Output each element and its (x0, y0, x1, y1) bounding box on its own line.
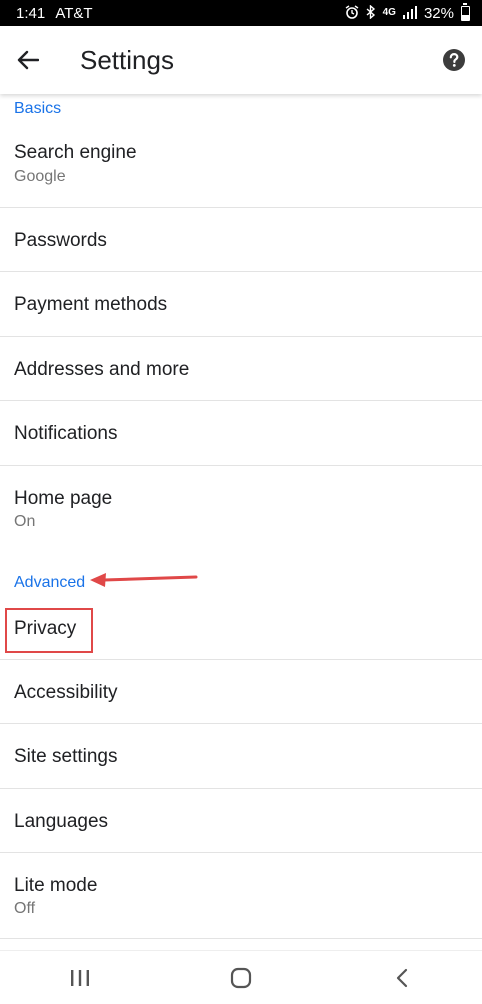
setting-languages[interactable]: Languages (0, 789, 482, 853)
setting-label: Accessibility (14, 682, 118, 703)
setting-value: Off (14, 900, 36, 917)
setting-label: Notifications (14, 423, 118, 444)
alarm-icon (345, 5, 359, 21)
setting-site-settings[interactable]: Site settings (0, 724, 482, 789)
recents-icon (71, 969, 90, 986)
system-nav-bar (0, 950, 482, 1004)
home-button[interactable] (211, 958, 271, 998)
setting-label: Home page (14, 488, 113, 509)
recents-button[interactable] (50, 958, 110, 998)
app-bar: Settings (0, 26, 482, 94)
setting-label: Lite mode (14, 875, 98, 896)
back-arrow-icon (17, 50, 39, 70)
annotation-arrow (90, 573, 198, 587)
lte-icon: 4G (382, 7, 396, 18)
setting-search-engine[interactable]: Search engine Google (0, 128, 482, 208)
status-time: 1:41 (16, 4, 46, 22)
status-carrier: AT&T (55, 4, 93, 22)
setting-label: Addresses and more (14, 359, 190, 380)
nav-back-button[interactable] (372, 958, 432, 998)
section-header-basics: Basics (14, 100, 62, 117)
setting-notifications[interactable]: Notifications (0, 401, 482, 466)
battery-percent: 32% (423, 4, 454, 22)
signal-icon (402, 5, 417, 21)
help-button[interactable] (442, 48, 466, 72)
status-right: 4G 32% (345, 2, 470, 22)
page-title: Settings (80, 44, 174, 75)
battery-icon (461, 2, 470, 21)
status-left: 1:41 AT&T (16, 5, 93, 22)
setting-addresses[interactable]: Addresses and more (0, 337, 482, 401)
setting-label: Languages (14, 811, 109, 832)
home-icon (230, 967, 252, 988)
bluetooth-icon (366, 4, 376, 21)
highlight-box-privacy (5, 608, 93, 653)
setting-home-page[interactable]: Home page On (0, 466, 482, 546)
setting-label: Passwords (14, 230, 107, 251)
section-header-advanced: Advanced (14, 574, 86, 591)
back-button[interactable] (0, 32, 56, 88)
help-icon (443, 49, 465, 71)
setting-value: Google (14, 168, 66, 185)
setting-passwords[interactable]: Passwords (0, 208, 482, 272)
back-icon (396, 968, 407, 987)
setting-label: Payment methods (14, 294, 168, 315)
setting-lite-mode[interactable]: Lite mode Off (0, 853, 482, 939)
setting-label: Search engine (14, 142, 137, 163)
setting-label: Site settings (14, 746, 118, 767)
status-bar: 1:41 AT&T 4G 32% (0, 0, 482, 26)
setting-value: On (14, 513, 36, 530)
setting-accessibility[interactable]: Accessibility (0, 660, 482, 724)
setting-payment-methods[interactable]: Payment methods (0, 272, 482, 337)
